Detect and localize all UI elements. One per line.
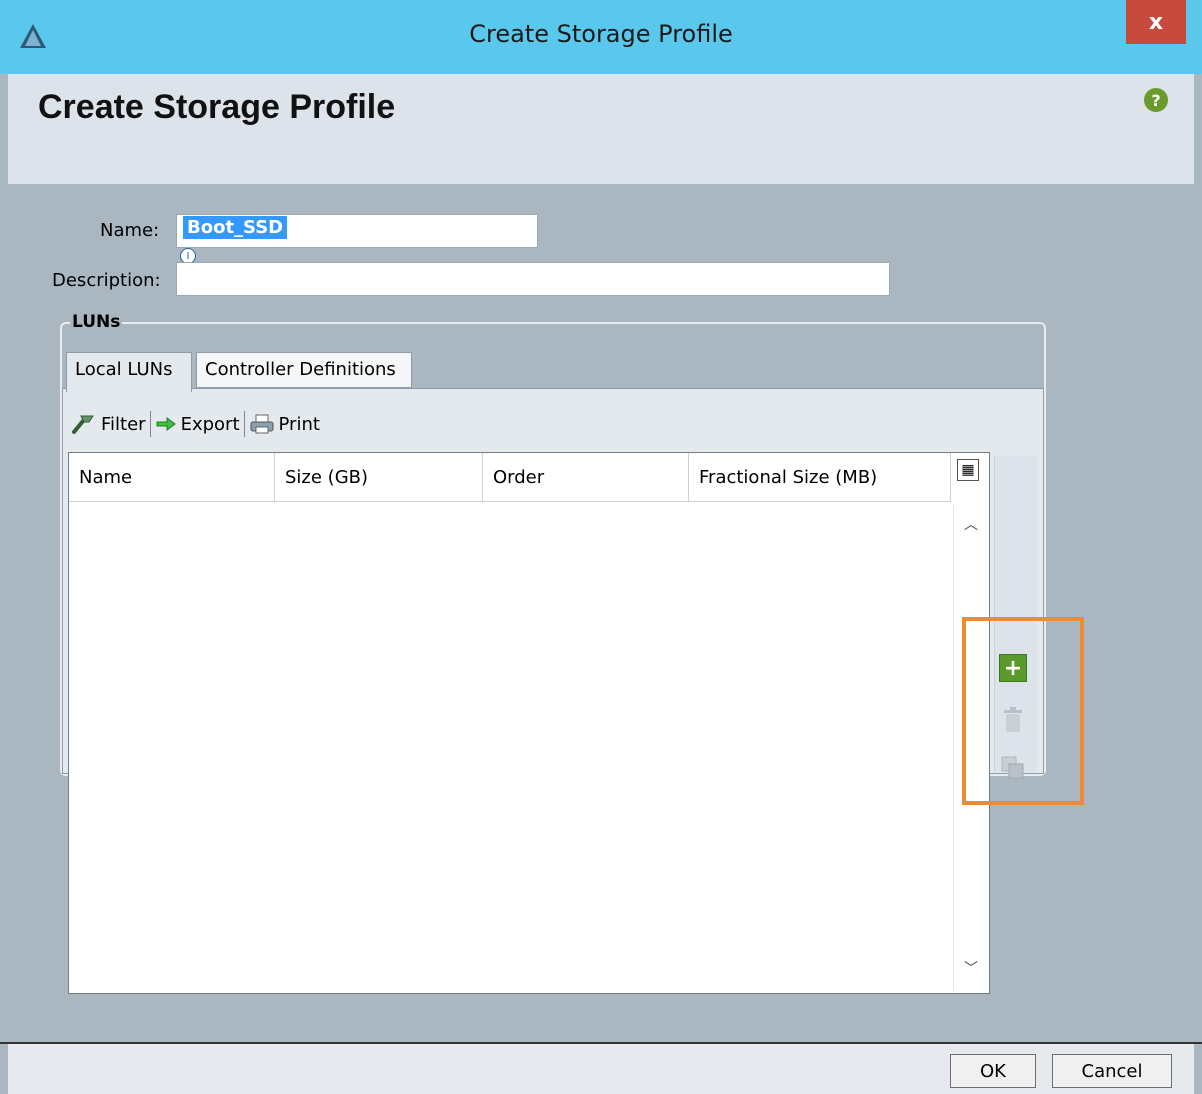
export-arrow-icon [156, 417, 176, 431]
printer-icon [250, 414, 273, 434]
scroll-down-icon[interactable]: ﹀ [960, 957, 982, 979]
name-input-value: Boot_SSD [183, 216, 288, 239]
print-label: Print [278, 413, 320, 435]
add-icon[interactable]: + [999, 654, 1027, 682]
create-storage-profile-dialog: Create Storage Profile x Create Storage … [0, 0, 1202, 1094]
filter-button[interactable]: Filter [68, 412, 149, 436]
title-bar[interactable]: Create Storage Profile x [0, 0, 1202, 74]
clone-glyph [1001, 756, 1024, 779]
trash-glyph [1004, 707, 1022, 732]
column-chooser-icon[interactable]: ▦ [957, 459, 979, 481]
page-title: Create Storage Profile [38, 88, 396, 126]
export-button[interactable]: Export [152, 414, 243, 435]
header-panel: Create Storage Profile ? [8, 74, 1194, 184]
cancel-button[interactable]: Cancel [1052, 1054, 1172, 1088]
tab-local-luns[interactable]: Local LUNs [66, 352, 192, 392]
tab-controller-definitions[interactable]: Controller Definitions [196, 352, 412, 388]
luns-group-label: LUNs [70, 312, 123, 332]
column-header-order[interactable]: Order [483, 453, 689, 501]
export-label: Export [180, 413, 240, 435]
column-header-size[interactable]: Size (GB) [275, 453, 483, 501]
window-title: Create Storage Profile [469, 20, 733, 48]
luns-table[interactable]: Name Size (GB) Order Fractional Size (MB… [68, 452, 990, 994]
row-actions-panel: + [994, 456, 1037, 779]
help-icon[interactable]: ? [1144, 88, 1168, 112]
description-label: Description: [52, 270, 161, 291]
name-label: Name: [100, 220, 160, 241]
name-input[interactable]: Boot_SSD [176, 214, 538, 248]
filter-icon [72, 415, 94, 434]
vertical-scrollbar[interactable]: ︿ ﹀ [953, 505, 988, 991]
print-button[interactable]: Print [246, 413, 323, 435]
grid-toolbar: Filter Export Print [68, 408, 323, 440]
scroll-up-icon[interactable]: ︿ [960, 513, 982, 535]
table-header: Name Size (GB) Order Fractional Size (MB… [69, 453, 951, 502]
filter-label: Filter [101, 413, 146, 435]
delete-icon[interactable] [999, 706, 1027, 734]
clone-icon[interactable] [999, 754, 1027, 782]
ok-button[interactable]: OK [950, 1054, 1036, 1088]
close-button[interactable]: x [1126, 0, 1186, 44]
column-header-fractional-size[interactable]: Fractional Size (MB) [689, 453, 951, 501]
toolbar-divider [243, 411, 245, 437]
description-input[interactable] [176, 262, 890, 296]
toolbar-divider [149, 411, 151, 437]
column-header-name[interactable]: Name [69, 453, 275, 501]
